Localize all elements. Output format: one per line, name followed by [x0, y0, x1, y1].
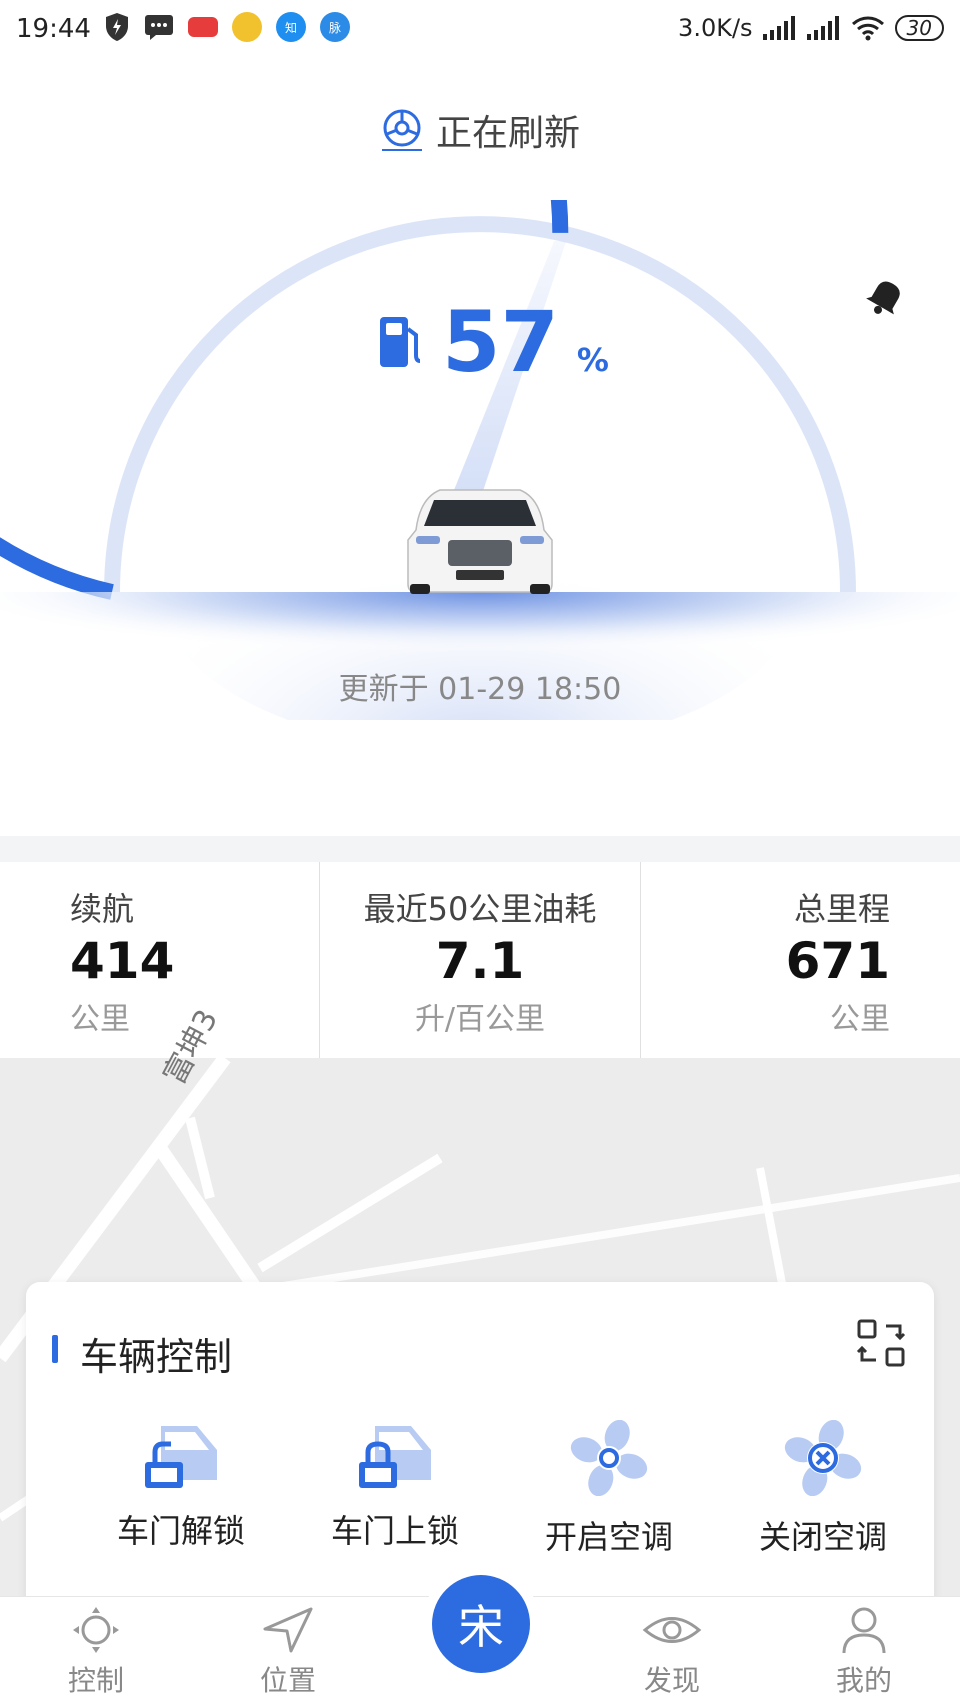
ac-off-icon [784, 1420, 862, 1496]
control-label: 车门上锁 [330, 1512, 459, 1550]
control-label: 车门解锁 [116, 1512, 245, 1550]
fuel-gauge [0, 0, 960, 752]
section-divider [0, 836, 960, 862]
door-lock-button[interactable]: 车门上锁 [288, 1420, 502, 1558]
status-bar: 19:44 知 脉 3.0K/s 30 [0, 0, 960, 64]
vehicle-stats: 续航 414 公里 最近50公里油耗 7.1 升/百公里 总里程 671 公里 [0, 862, 960, 1058]
stat-unit: 公里 [70, 1002, 130, 1037]
stat-label: 最近50公里油耗 [363, 890, 597, 928]
app-notification-icon [232, 12, 262, 42]
bottom-tab-bar: 控制 位置 宋 发现 我的 [0, 1575, 960, 1706]
refresh-status[interactable]: 正在刷新 [0, 104, 960, 156]
card-title: 车辆控制 [80, 1335, 233, 1379]
tab-mine[interactable]: 我的 [804, 1605, 924, 1699]
tab-label: 位置 [259, 1664, 316, 1697]
tab-label: 发现 [643, 1664, 700, 1697]
fuel-readout: 57 % [378, 300, 609, 384]
stat-value: 671 [785, 932, 890, 990]
signal-icon [806, 16, 839, 40]
control-icon [73, 1607, 119, 1653]
shield-icon [106, 13, 128, 41]
message-icon [145, 15, 173, 40]
network-speed: 3.0K/s [678, 14, 753, 42]
control-label: 关闭空调 [758, 1518, 887, 1556]
stat-value: 414 [70, 932, 175, 990]
car-image [407, 489, 553, 594]
signal-icon [762, 16, 795, 40]
tab-location[interactable]: 位置 [228, 1605, 348, 1699]
stat-label: 总里程 [793, 890, 890, 928]
title-accent [52, 1335, 58, 1363]
maimai-icon: 脉 [320, 12, 350, 42]
ac-on-icon [570, 1420, 648, 1496]
ac-on-button[interactable]: 开启空调 [502, 1420, 716, 1558]
tab-label: 控制 [67, 1664, 124, 1697]
control-label: 开启空调 [544, 1518, 673, 1556]
tab-home-center-button[interactable]: 宋 [432, 1575, 530, 1673]
ac-off-button[interactable]: 关闭空调 [716, 1420, 930, 1558]
fuel-percent-value: 57 [442, 293, 559, 391]
wifi-icon [851, 16, 884, 41]
tab-label: 我的 [835, 1664, 892, 1697]
door-unlock-icon [145, 1426, 217, 1488]
stat-unit: 升/百公里 [414, 1002, 546, 1037]
tab-discover[interactable]: 发现 [612, 1605, 732, 1699]
switch-layout-icon[interactable] [856, 1318, 906, 1368]
vehicle-control-card: 车辆控制 车门解锁 车门上锁 开启空调 关闭空调 [26, 1282, 934, 1612]
battery-indicator: 30 [894, 15, 944, 41]
person-icon [842, 1607, 886, 1654]
bell-icon[interactable] [866, 276, 906, 318]
zhihu-icon: 知 [276, 12, 306, 42]
status-time: 19:44 [16, 14, 91, 44]
app-notification-icon [188, 17, 218, 37]
fuel-gauge-graphic [0, 0, 960, 752]
tab-control[interactable]: 控制 [36, 1605, 156, 1699]
stat-range: 续航 414 公里 [0, 862, 321, 1058]
fuel-pump-icon [380, 317, 421, 367]
notification-icons: 知 脉 [104, 12, 350, 42]
steering-wheel-icon [381, 109, 422, 151]
stat-label: 续航 [70, 890, 135, 928]
control-buttons: 车门解锁 车门上锁 开启空调 关闭空调 [26, 1420, 934, 1558]
fuel-percent-unit: % [576, 341, 609, 379]
navigation-arrow-icon [263, 1607, 313, 1653]
refresh-label: 正在刷新 [435, 113, 580, 154]
stat-odometer: 总里程 671 公里 [641, 862, 960, 1058]
status-right: 3.0K/s 30 [678, 14, 944, 42]
update-timestamp: 更新于 01-29 18:50 [338, 672, 622, 707]
door-unlock-button[interactable]: 车门解锁 [74, 1420, 288, 1558]
door-lock-icon [359, 1426, 431, 1488]
stat-unit: 公里 [829, 1002, 890, 1037]
stat-consumption: 最近50公里油耗 7.1 升/百公里 [320, 862, 641, 1058]
eye-icon [642, 1617, 702, 1643]
stat-value: 7.1 [435, 932, 525, 990]
center-logo-label: 宋 [458, 1600, 504, 1654]
